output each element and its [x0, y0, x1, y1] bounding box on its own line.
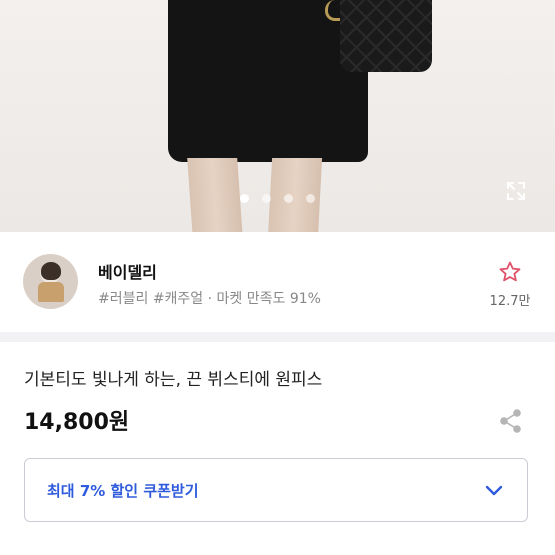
product-photo-skirt	[168, 0, 368, 162]
coupon-label: 최대 7% 할인 쿠폰받기	[47, 482, 199, 500]
favorite-button[interactable]: 12.7만	[488, 260, 532, 309]
favorite-count: 12.7만	[489, 294, 531, 309]
coupon-download-button[interactable]: 최대 7% 할인 쿠폰받기	[24, 458, 528, 522]
expand-icon[interactable]	[505, 180, 527, 202]
carousel-indicator	[0, 194, 555, 203]
star-icon	[499, 261, 521, 282]
section-divider	[0, 332, 555, 342]
chevron-down-icon	[485, 485, 503, 496]
carousel-dot[interactable]	[284, 194, 293, 203]
shop-tags: #러블리 #캐주얼 · 마켓 만족도 91%	[98, 291, 321, 307]
avatar-hair	[41, 262, 61, 280]
share-icon[interactable]	[498, 408, 524, 434]
product-price: 14,800원	[24, 410, 130, 435]
avatar-body	[38, 282, 64, 302]
carousel-dot[interactable]	[262, 194, 271, 203]
product-image-carousel[interactable]	[0, 0, 555, 232]
shop-info-row[interactable]: 베이델리 #러블리 #캐주얼 · 마켓 만족도 91% 12.7만	[0, 232, 555, 332]
product-title: 기본티도 빛나게 하는, 끈 뷔스티에 원피스	[24, 370, 323, 390]
shop-name[interactable]: 베이델리	[98, 259, 157, 283]
product-photo-bag	[340, 0, 432, 72]
carousel-dot[interactable]	[306, 194, 315, 203]
shop-avatar[interactable]	[23, 254, 78, 309]
carousel-dot[interactable]	[240, 194, 249, 203]
